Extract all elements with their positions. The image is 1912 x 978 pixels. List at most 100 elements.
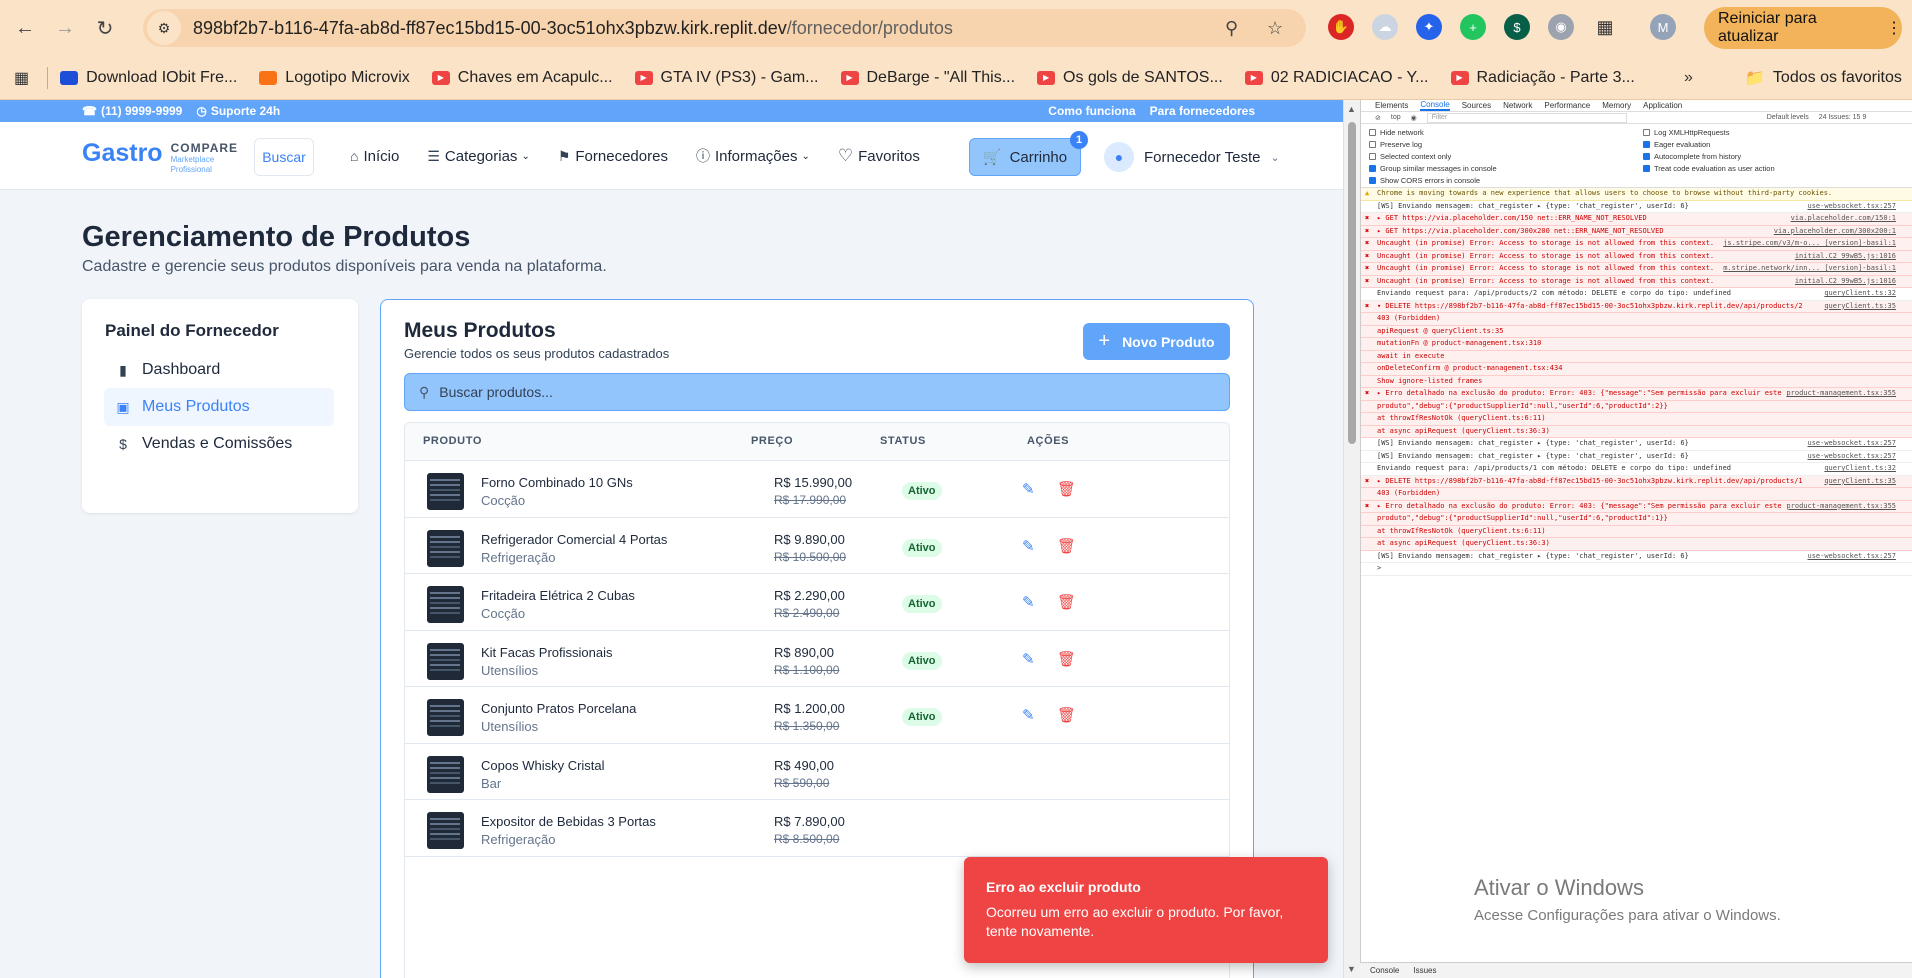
nav-suppliers[interactable]: ⚑ Fornecedores xyxy=(558,148,668,165)
console-message[interactable]: ✖ ▸ GET https://via.placeholder.com/150 n… xyxy=(1361,213,1912,226)
nav-home[interactable]: ⌂ Início xyxy=(350,148,399,165)
error-toast[interactable]: Erro ao excluir produto Ocorreu um erro … xyxy=(964,857,1328,963)
sidebar-item-sales[interactable]: $ Vendas e Comissões xyxy=(104,425,334,463)
console-source-link[interactable]: queryClient.ts:35 xyxy=(1824,302,1896,312)
context-selector[interactable]: top xyxy=(1391,114,1401,121)
bookmark-star-icon[interactable]: ☆ xyxy=(1267,18,1283,39)
console-message[interactable]: Enviando request para: /api/products/1 c… xyxy=(1361,463,1912,476)
console-source-link[interactable]: queryClient.ts:32 xyxy=(1824,464,1896,474)
trash-icon[interactable]: 🗑 xyxy=(1057,537,1076,555)
console-setting-checkbox[interactable]: Show CORS errors in console xyxy=(1369,176,1480,185)
edit-icon[interactable]: ✎ xyxy=(1022,650,1035,668)
how-it-works-link[interactable]: Como funciona xyxy=(1048,104,1135,118)
drawer-tab[interactable]: Console xyxy=(1370,966,1399,975)
devtools-tab[interactable]: Network xyxy=(1503,101,1532,110)
console-message[interactable]: mutationFn @ product-management.tsx:310 xyxy=(1361,338,1912,351)
forward-icon[interactable]: → xyxy=(50,13,80,43)
console-message[interactable]: at async apiRequest (queryClient.ts:36:3… xyxy=(1361,425,1912,438)
bookmark-item[interactable]: ▶ Os gols de SANTOS... xyxy=(1037,69,1223,87)
site-info-icon[interactable]: ⚙ xyxy=(147,11,181,45)
console-message[interactable]: [WS] Enviando mensagem: chat_register ▸ … xyxy=(1361,201,1912,213)
console-message[interactable]: Enviando request para: /api/products/2 c… xyxy=(1361,288,1912,301)
console-source-link[interactable]: queryClient.ts:35 xyxy=(1824,477,1896,487)
console-message[interactable]: onDeleteConfirm @ product-management.tsx… xyxy=(1361,363,1912,376)
for-suppliers-link[interactable]: Para fornecedores xyxy=(1150,104,1255,118)
bookmark-item[interactable]: Download IObit Fre... xyxy=(60,69,237,87)
cart-button[interactable]: 🛒 Carrinho 1 xyxy=(969,131,1088,176)
console-message[interactable]: ▲ Chrome is moving towards a new experien… xyxy=(1361,188,1912,201)
console-source-link[interactable]: initial.C2_99wB5.js:1016 xyxy=(1795,277,1896,287)
console-message[interactable]: [WS] Enviando mensagem: chat_register ▸ … xyxy=(1361,551,1912,563)
console-source-link[interactable]: queryClient.ts:32 xyxy=(1824,289,1896,299)
edit-icon[interactable]: ✎ xyxy=(1022,593,1035,611)
console-source-link[interactable]: initial.C2_99wB5.js:1016 xyxy=(1795,252,1896,262)
console-source-link[interactable]: via.placeholder.com/300x200:1 xyxy=(1774,227,1896,237)
eye-icon[interactable]: ◉ xyxy=(1411,114,1417,122)
bookmark-item[interactable]: ▶ 02 RADICIACAO - Y... xyxy=(1244,69,1429,87)
trash-icon[interactable]: 🗑 xyxy=(1057,650,1076,668)
console-message[interactable]: at throwIfResNotOk (queryClient.ts:6:11) xyxy=(1361,413,1912,426)
drawer-tab[interactable]: Issues xyxy=(1413,966,1436,975)
devtools-tab[interactable]: Elements xyxy=(1375,101,1408,110)
user-menu[interactable]: ● Fornecedor Teste ⌄ xyxy=(1104,142,1280,172)
console-message[interactable]: Show ignore-listed frames xyxy=(1361,375,1912,388)
console-setting-checkbox[interactable]: Eager evaluation xyxy=(1643,140,1710,149)
bookmark-item[interactable]: ▶ DeBarge - "All This... xyxy=(840,69,1015,87)
console-message[interactable]: ✖ ▸ DELETE https://898bf2b7-b116-47fa-ab8… xyxy=(1361,475,1912,488)
scroll-down-icon[interactable]: ▼ xyxy=(1347,964,1356,974)
bookmark-item[interactable]: ▶ Radiciação - Parte 3... xyxy=(1450,69,1635,87)
console-setting-checkbox[interactable]: Preserve log xyxy=(1369,140,1422,149)
trash-icon[interactable]: 🗑 xyxy=(1057,706,1076,724)
nav-favorites[interactable]: ♡ Favoritos xyxy=(838,146,920,166)
scroll-up-icon[interactable]: ▲ xyxy=(1347,104,1356,114)
console-message[interactable]: ✖ ▸ Erro detalhado na exclusão do produto… xyxy=(1361,500,1912,513)
bookmark-item[interactable]: Logotipo Microvix xyxy=(259,69,410,87)
console-message[interactable]: [WS] Enviando mensagem: chat_register ▸ … xyxy=(1361,438,1912,451)
console-message[interactable]: await in execute xyxy=(1361,350,1912,363)
devtools-tab[interactable]: Performance xyxy=(1544,101,1590,110)
console-source-link[interactable]: product-management.tsx:355 xyxy=(1786,502,1896,512)
console-source-link[interactable]: js.stripe.com/v3/m-o..._[version]-basil:… xyxy=(1723,239,1896,249)
site-logo[interactable]: Gastro COMPARE Marketplace Profissional xyxy=(82,139,238,175)
extension-plus-icon[interactable]: + xyxy=(1460,14,1486,40)
console-setting-checkbox[interactable]: Selected context only xyxy=(1369,152,1451,161)
console-message[interactable]: ✖ Uncaught (in promise) Error: Access to … xyxy=(1361,250,1912,263)
extension-adblock-icon[interactable]: ✋ xyxy=(1328,14,1354,40)
more-bookmarks-icon[interactable]: » xyxy=(1684,69,1693,87)
console-setting-checkbox[interactable]: Log XMLHttpRequests xyxy=(1643,128,1729,137)
edit-icon[interactable]: ✎ xyxy=(1022,480,1035,498)
trash-icon[interactable]: 🗑 xyxy=(1057,593,1076,611)
extension-cloud-icon[interactable]: ☁ xyxy=(1372,14,1398,40)
console-message[interactable]: produto","debug":{"productSupplierId":nu… xyxy=(1361,400,1912,413)
search-button[interactable]: Buscar xyxy=(254,138,314,176)
console-source-link[interactable]: use-websocket.tsx:257 xyxy=(1807,439,1896,449)
page-scrollbar[interactable]: ▲ ▼ xyxy=(1343,100,1360,978)
console-filter-input[interactable]: Filter xyxy=(1426,112,1627,123)
devtools-tab[interactable]: Console xyxy=(1420,100,1450,111)
address-bar[interactable]: ⚙ 898bf2b7-b116-47fa-ab8d-ff87ec15bd15-0… xyxy=(143,9,1306,47)
extensions-puzzle-icon[interactable]: ▦ xyxy=(1592,14,1618,40)
trash-icon[interactable]: 🗑 xyxy=(1057,480,1076,498)
bookmark-item[interactable]: ▶ GTA IV (PS3) - Gam... xyxy=(634,69,819,87)
console-setting-checkbox[interactable]: Treat code evaluation as user action xyxy=(1643,164,1775,173)
devtools-tab[interactable]: Sources xyxy=(1462,101,1491,110)
console-source-link[interactable]: use-websocket.tsx:257 xyxy=(1807,552,1896,562)
nav-categories[interactable]: ☰ Categorias ⌄ xyxy=(427,148,530,165)
reload-icon[interactable]: ↻ xyxy=(90,13,120,43)
zoom-icon[interactable]: ⚲ xyxy=(1225,18,1238,39)
sidebar-item-my-products[interactable]: ▣ Meus Produtos xyxy=(104,388,334,426)
nav-info[interactable]: ⓘ Informações ⌄ xyxy=(696,146,810,166)
all-bookmarks-folder[interactable]: 📁 Todos os favoritos xyxy=(1745,68,1902,88)
devtools-tab[interactable]: Application xyxy=(1643,101,1682,110)
edit-icon[interactable]: ✎ xyxy=(1022,537,1035,555)
edit-icon[interactable]: ✎ xyxy=(1022,706,1035,724)
console-source-link[interactable]: m.stripe.network/inn..._[version]-basil:… xyxy=(1723,264,1896,274)
console-message[interactable]: ✖ ▾ DELETE https://898bf2b7-b116-47fa-ab8… xyxy=(1361,300,1912,313)
scroll-thumb[interactable] xyxy=(1348,122,1356,444)
console-setting-checkbox[interactable]: Group similar messages in console xyxy=(1369,164,1497,173)
console-message[interactable]: ✖ Uncaught (in promise) Error: Access to … xyxy=(1361,275,1912,288)
sidebar-item-dashboard[interactable]: ▮ Dashboard xyxy=(104,351,334,389)
console-source-link[interactable]: use-websocket.tsx:257 xyxy=(1807,202,1896,212)
console-message[interactable]: ✖ Uncaught (in promise) Error: Access to … xyxy=(1361,238,1912,251)
console-setting-checkbox[interactable]: Autocomplete from history xyxy=(1643,152,1741,161)
